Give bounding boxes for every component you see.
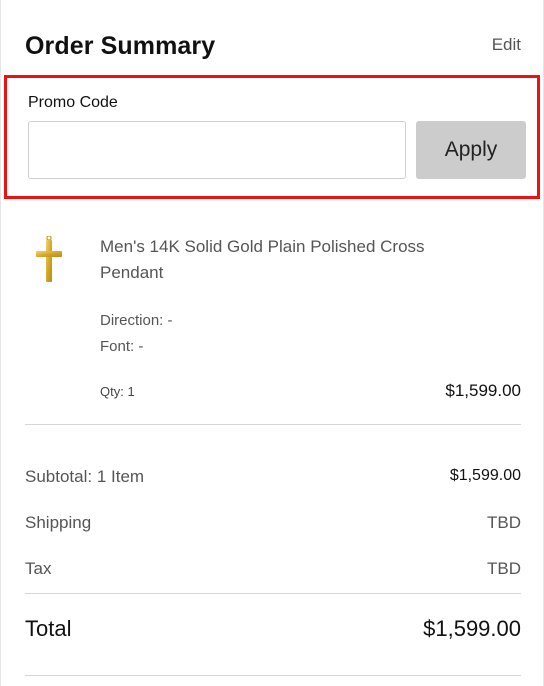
divider: [25, 675, 521, 676]
shipping-label: Shipping: [25, 513, 92, 532]
tax-label: Tax: [25, 559, 52, 578]
product-price: $1,599.00: [445, 381, 521, 400]
gold-cross-pendant-icon[interactable]: [33, 235, 65, 284]
subtotal-row: Subtotal: 1 Item $1,599.00: [25, 467, 521, 491]
promo-code-section: Promo Code Apply: [4, 75, 540, 199]
product-font: Font: -: [100, 338, 144, 355]
tax-row: Tax TBD: [25, 559, 521, 583]
product-direction: Direction: -: [100, 312, 173, 329]
order-summary-panel: Order Summary Edit Promo Code Apply Men'…: [0, 0, 544, 686]
total-label: Total: [25, 616, 72, 641]
divider: [25, 424, 521, 425]
apply-button[interactable]: Apply: [416, 121, 526, 179]
shipping-row: Shipping TBD: [25, 513, 521, 537]
page-title: Order Summary: [25, 32, 216, 60]
order-summary-header: Order Summary Edit: [25, 32, 521, 68]
tax-value: TBD: [487, 559, 521, 578]
divider: [25, 593, 521, 594]
product-name[interactable]: Men's 14K Solid Gold Plain Polished Cros…: [100, 234, 480, 286]
total-value: $1,599.00: [423, 616, 521, 641]
subtotal-label: Subtotal: 1 Item: [25, 467, 145, 486]
edit-link[interactable]: Edit: [492, 35, 521, 55]
shipping-value: TBD: [487, 513, 521, 532]
promo-code-label: Promo Code: [28, 94, 118, 111]
promo-code-input[interactable]: [28, 121, 406, 179]
cart-item: Men's 14K Solid Gold Plain Polished Cros…: [25, 228, 521, 424]
total-row: Total $1,599.00: [25, 616, 521, 646]
subtotal-value: $1,599.00: [449, 467, 521, 484]
product-quantity: Qty: 1: [100, 384, 135, 399]
